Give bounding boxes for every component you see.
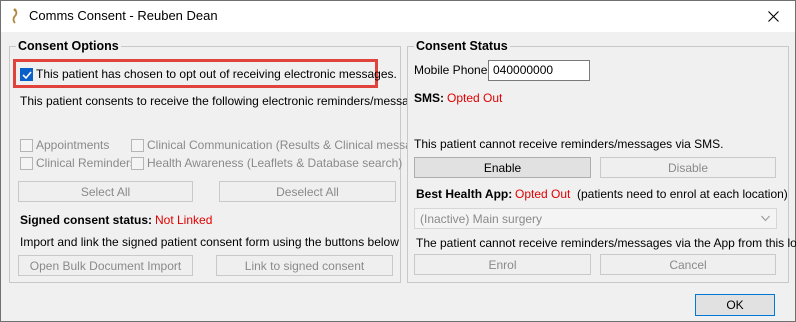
checkbox-box: [131, 156, 144, 170]
close-icon: [767, 11, 779, 22]
app-enrol-note: (patients need to enrol at each location…: [577, 187, 788, 201]
best-health-app-label: Best Health App:: [416, 187, 513, 201]
sms-status: Opted Out: [447, 91, 503, 105]
app-logo-icon: [12, 8, 18, 24]
consent-status-title: Consent Status: [414, 39, 510, 53]
consent-status-group: Consent Status Mobile Phone: 040000000 S…: [407, 39, 796, 283]
clinical-communication-label: Clinical Communication (Results & Clinic…: [147, 138, 436, 152]
clinical-reminders-label: Clinical Reminders: [36, 156, 137, 170]
sms-label: SMS:: [414, 91, 444, 105]
checkmark-icon: [22, 70, 32, 79]
health-awareness-checkbox[interactable]: Health Awareness (Leaflets & Database se…: [131, 156, 402, 170]
close-button[interactable]: [751, 1, 795, 32]
chevron-down-icon: [761, 215, 770, 222]
enrol-button[interactable]: Enrol: [414, 254, 591, 275]
health-awareness-label: Health Awareness (Leaflets & Database se…: [147, 156, 403, 170]
location-selected-value: (Inactive) Main surgery: [420, 212, 543, 226]
signed-status-value: Not Linked: [155, 213, 213, 227]
comms-consent-dialog: Comms Consent - Reuben Dean Consent Opti…: [0, 0, 796, 322]
appointments-label: Appointments: [36, 138, 110, 152]
checkbox-box: [20, 156, 33, 170]
app-message: The patient cannot receive reminders/mes…: [416, 236, 796, 250]
title-bar: Comms Consent - Reuben Dean: [1, 1, 795, 32]
mobile-phone-input[interactable]: 040000000: [488, 60, 590, 81]
opt-out-label: This patient has chosen to opt out of re…: [36, 67, 397, 81]
window-title: Comms Consent - Reuben Dean: [29, 8, 218, 23]
link-signed-consent-button[interactable]: Link to signed consent: [216, 255, 393, 276]
checkbox-box: [20, 138, 33, 152]
signed-status-label: Signed consent status:: [20, 213, 153, 227]
clinical-reminders-checkbox[interactable]: Clinical Reminders: [20, 156, 136, 170]
opt-out-checkbox[interactable]: This patient has chosen to opt out of re…: [20, 67, 397, 81]
cancel-app-button[interactable]: Cancel: [600, 254, 776, 275]
consent-options-group: Consent Options This patient has chosen …: [9, 39, 435, 283]
enable-sms-button[interactable]: Enable: [414, 157, 591, 178]
select-all-button[interactable]: Select All: [18, 181, 193, 202]
sms-message: This patient cannot receive reminders/me…: [414, 137, 724, 151]
deselect-all-button[interactable]: Deselect All: [219, 181, 396, 202]
mobile-phone-label: Mobile Phone:: [414, 63, 491, 77]
location-select[interactable]: (Inactive) Main surgery: [414, 208, 777, 229]
ok-button[interactable]: OK: [695, 294, 775, 316]
consent-options-title: Consent Options: [16, 39, 121, 53]
clinical-communication-checkbox[interactable]: Clinical Communication (Results & Clinic…: [131, 138, 435, 152]
import-instructions: Import and link the signed patient conse…: [20, 235, 399, 249]
app-status: Opted Out: [515, 187, 571, 201]
disable-sms-button[interactable]: Disable: [600, 157, 776, 178]
appointments-checkbox[interactable]: Appointments: [20, 138, 109, 152]
open-bulk-import-button[interactable]: Open Bulk Document Import: [18, 255, 193, 276]
consent-text: This patient consents to receive the fol…: [20, 94, 429, 108]
checkbox-box: [131, 138, 144, 152]
checkbox-box: [20, 67, 33, 81]
